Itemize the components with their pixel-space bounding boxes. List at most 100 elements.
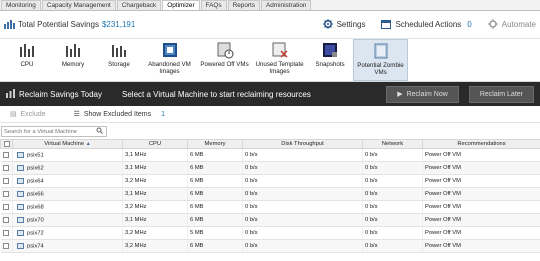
tab-faqs[interactable]: FAQs — [200, 0, 227, 10]
automate-label: Automate — [501, 20, 536, 29]
category-storage[interactable]: Storage — [96, 39, 142, 81]
cpu-cell: 3,1 MHz — [122, 187, 188, 201]
table-row[interactable]: psix70 3,1 MHz 6 MB 0 b/s 0 b/s Power Off VM — [0, 213, 540, 227]
table-row[interactable]: psix66 3,1 MHz 6 MB 0 b/s 0 b/s Power Off VM — [0, 187, 540, 201]
memory-cell: 6 MB — [187, 213, 243, 227]
tab-capacity-management[interactable]: Capacity Management — [41, 0, 116, 10]
automate-button[interactable]: Automate — [487, 18, 536, 31]
disk-throughput-cell: 0 b/s — [242, 161, 363, 175]
row-select-cell[interactable] — [0, 213, 13, 227]
tab-monitoring[interactable]: Monitoring — [1, 0, 41, 10]
vm-name-cell[interactable]: psix66 — [12, 187, 123, 201]
row-select-cell[interactable] — [0, 226, 13, 240]
settings-button[interactable]: Settings — [322, 18, 365, 31]
tab-optimizer[interactable]: Optimizer — [162, 0, 200, 10]
select-all-checkbox[interactable] — [3, 140, 10, 147]
recommendation-cell: Power Off VM — [422, 148, 540, 162]
category-abandoned-vm-images[interactable]: Abandoned VM Images — [142, 39, 197, 81]
row-checkbox[interactable] — [2, 177, 9, 184]
tab-administration[interactable]: Administration — [260, 0, 312, 10]
vm-icon — [17, 216, 24, 223]
vm-name-cell[interactable]: psix51 — [12, 148, 123, 162]
column-header-cpu[interactable]: CPU — [122, 139, 188, 149]
category-powered-off-vms[interactable]: Powered Off VMs — [197, 39, 252, 81]
row-select-cell[interactable] — [0, 148, 13, 162]
network-cell: 0 b/s — [362, 174, 423, 188]
row-checkbox[interactable] — [2, 190, 9, 197]
cpu-cell: 3,2 MHz — [122, 239, 188, 253]
vm-name-cell[interactable]: psix62 — [12, 161, 123, 175]
memory-icon — [66, 44, 80, 57]
row-select-cell[interactable] — [0, 239, 13, 253]
category-label: Memory — [61, 61, 85, 68]
row-checkbox[interactable] — [2, 164, 9, 171]
table-row[interactable]: psix62 3,1 MHz 6 MB 0 b/s 0 b/s Power Off VM — [0, 161, 540, 175]
vm-search-input[interactable] — [4, 128, 96, 135]
column-header-memory[interactable]: Memory — [187, 139, 243, 149]
tab-chargeback[interactable]: Chargeback — [116, 0, 162, 10]
disk-throughput-cell: 0 b/s — [242, 226, 363, 240]
network-cell: 0 b/s — [362, 200, 423, 214]
memory-cell: 6 MB — [187, 239, 243, 253]
column-header-disk-throughput[interactable]: Disk Throughput — [242, 139, 363, 149]
savings-amount: $231,191 — [101, 20, 136, 29]
category-cpu[interactable]: CPU — [4, 39, 50, 81]
scheduled-actions-count: 0 — [467, 20, 472, 29]
vm-name-cell[interactable]: psix74 — [12, 239, 123, 253]
row-select-cell[interactable] — [0, 174, 13, 188]
list-icon: ☰ — [73, 111, 80, 118]
network-cell: 0 b/s — [362, 213, 423, 227]
scheduled-actions-button[interactable]: Scheduled Actions 0 — [381, 19, 472, 31]
exclude-button[interactable]: ▤ Exclude — [10, 110, 46, 119]
vm-name-cell[interactable]: psix68 — [12, 200, 123, 214]
category-snapshots[interactable]: Snapshots — [307, 39, 353, 81]
row-checkbox[interactable] — [2, 203, 9, 210]
show-excluded-button[interactable]: ☰ Show Excluded Items 1 — [73, 110, 166, 119]
row-checkbox[interactable] — [2, 242, 9, 249]
category-unused-template-images[interactable]: Unused Template Images — [252, 39, 307, 81]
table-row[interactable]: psix72 3,2 MHz 5 MB 0 b/s 0 b/s Power Off VM — [0, 226, 540, 240]
cpu-cell: 3,2 MHz — [122, 226, 188, 240]
memory-cell: 6 MB — [187, 161, 243, 175]
automate-gear-icon — [487, 18, 498, 31]
row-select-cell[interactable] — [0, 161, 13, 175]
column-header-vm[interactable]: Virtual Machine ▲ — [12, 139, 123, 149]
category-label: Powered Off VMs — [200, 61, 249, 68]
vm-name-cell[interactable]: psix70 — [12, 213, 123, 227]
excluded-count: 1 — [161, 110, 166, 118]
row-checkbox[interactable] — [2, 151, 9, 158]
reclaim-title: Reclaim Savings Today — [19, 89, 103, 99]
scheduled-actions-label: Scheduled Actions — [395, 20, 462, 29]
recommendation-cell: Power Off VM — [422, 200, 540, 214]
category-bar: CPU Memory Storage Abandoned VM Images P… — [0, 39, 540, 82]
vm-name-cell[interactable]: psix64 — [12, 174, 123, 188]
cpu-cell: 3,2 MHz — [122, 200, 188, 214]
column-header-network[interactable]: Network — [362, 139, 423, 149]
vm-name-cell[interactable]: psix72 — [12, 226, 123, 240]
search-icon — [96, 127, 103, 136]
row-select-cell[interactable] — [0, 187, 13, 201]
row-select-cell[interactable] — [0, 200, 13, 214]
tab-reports[interactable]: Reports — [227, 0, 260, 10]
vm-search-box — [1, 126, 107, 137]
table-row[interactable]: psix51 3,1 MHz 6 MB 0 b/s 0 b/s Power Off VM — [0, 148, 540, 162]
select-all-cell[interactable] — [0, 139, 13, 149]
category-potential-zombie-vms[interactable]: Potential Zombie VMs — [353, 39, 408, 81]
memory-cell: 6 MB — [187, 148, 243, 162]
cpu-cell: 3,1 MHz — [122, 161, 188, 175]
row-checkbox[interactable] — [2, 229, 9, 236]
category-label: Unused Template Images — [255, 61, 304, 75]
table-header-row: Virtual Machine ▲ CPU Memory Disk Throug… — [0, 139, 540, 149]
reclaim-now-button[interactable]: ▶ Reclaim Now — [386, 85, 459, 103]
table-row[interactable]: psix74 3,2 MHz 6 MB 0 b/s 0 b/s Power Off VM — [0, 239, 540, 253]
row-checkbox[interactable] — [2, 216, 9, 223]
column-header-recommendations[interactable]: Recommendations — [422, 139, 540, 149]
table-row[interactable]: psix64 3,2 MHz 6 MB 0 b/s 0 b/s Power Off VM — [0, 174, 540, 188]
vm-table: Virtual Machine ▲ CPU Memory Disk Throug… — [0, 139, 540, 253]
vm-icon — [17, 190, 24, 197]
category-label: CPU — [20, 61, 34, 68]
reclaim-later-button[interactable]: Reclaim Later — [468, 85, 534, 103]
table-row[interactable]: psix68 3,2 MHz 6 MB 0 b/s 0 b/s Power Off VM — [0, 200, 540, 214]
category-memory[interactable]: Memory — [50, 39, 96, 81]
disk-throughput-cell: 0 b/s — [242, 148, 363, 162]
